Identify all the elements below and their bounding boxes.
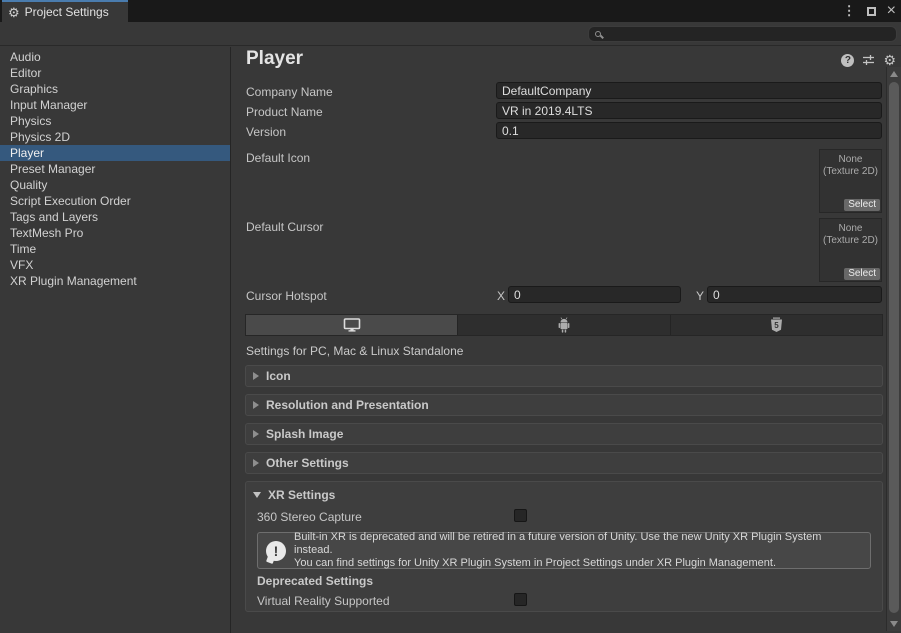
project-settings-window: ⚙ Project Settings ⋮ × Audio Editor Grap… [0,0,901,633]
hotspot-x-label: X [497,289,505,303]
vertical-scrollbar[interactable] [886,67,901,631]
default-cursor-object-field[interactable]: None (Texture 2D) Select [819,218,882,282]
warning-text-line1: Built-in XR is deprecated and will be re… [294,531,862,557]
xr-settings-header[interactable]: XR Settings [253,488,335,502]
maximize-icon[interactable] [867,7,876,16]
player-settings-panel: Player ? ⚙ Company Name Product Name Ver… [231,47,901,633]
xr-deprecation-warning: Built-in XR is deprecated and will be re… [257,532,871,569]
default-cursor-none-text: None [820,223,881,235]
sidebar-item-editor[interactable]: Editor [0,65,230,81]
sidebar-item-xr-plugin-management[interactable]: XR Plugin Management [0,273,230,289]
hotspot-y-field[interactable] [707,286,882,303]
hotspot-x-field[interactable] [508,286,681,303]
sidebar-item-audio[interactable]: Audio [0,49,230,65]
sidebar-item-quality[interactable]: Quality [0,177,230,193]
html5-icon: 5 [770,317,783,333]
hotspot-y-label: Y [696,289,704,303]
scroll-up-icon[interactable] [890,71,898,77]
product-name-field[interactable] [496,102,882,119]
cursor-hotspot-label: Cursor Hotspot [246,289,327,303]
product-name-label: Product Name [246,105,323,119]
vr-supported-label: Virtual Reality Supported [257,594,390,608]
section-splash-image[interactable]: Splash Image [245,423,883,445]
warning-icon [266,541,286,561]
company-name-field[interactable] [496,82,882,99]
default-icon-none-text: None [820,154,881,166]
titlebar: ⚙ Project Settings ⋮ × [0,0,901,22]
search-input[interactable] [588,26,897,42]
monitor-icon [343,318,361,332]
default-icon-type-text: (Texture 2D) [820,166,881,178]
default-cursor-type-text: (Texture 2D) [820,235,881,247]
deprecated-settings-header: Deprecated Settings [257,574,373,588]
sidebar-item-script-execution-order[interactable]: Script Execution Order [0,193,230,209]
sidebar-item-vfx[interactable]: VFX [0,257,230,273]
company-name-label: Company Name [246,85,333,99]
section-icon[interactable]: Icon [245,365,883,387]
gear-icon[interactable]: ⚙ [883,53,896,67]
kebab-menu-icon[interactable]: ⋮ [843,3,856,19]
android-icon [557,317,571,333]
chevron-down-icon [253,492,261,498]
chevron-right-icon [253,372,259,380]
sidebar-item-input-manager[interactable]: Input Manager [0,97,230,113]
sidebar-item-physics-2d[interactable]: Physics 2D [0,129,230,145]
scrollbar-thumb[interactable] [889,82,899,613]
platform-tab-bar: 5 [245,314,883,336]
close-icon[interactable]: × [887,3,896,19]
section-other-settings[interactable]: Other Settings [245,452,883,474]
toolbar [0,22,901,46]
chevron-right-icon [253,430,259,438]
section-resolution-and-presentation[interactable]: Resolution and Presentation [245,394,883,416]
tab-android[interactable] [458,315,670,335]
window-tab-project-settings[interactable]: ⚙ Project Settings [2,0,128,22]
chevron-right-icon [253,459,259,467]
tab-standalone[interactable] [246,315,458,335]
default-icon-label: Default Icon [246,151,310,165]
sidebar-item-textmesh-pro[interactable]: TextMesh Pro [0,225,230,241]
default-cursor-select-button[interactable]: Select [844,268,880,280]
window-tab-title: Project Settings [25,5,109,19]
tab-webgl[interactable]: 5 [671,315,882,335]
version-field[interactable] [496,122,882,139]
stereo-capture-label: 360 Stereo Capture [257,510,362,524]
inspector-header-icons: ? ⚙ [841,53,896,67]
default-icon-object-field[interactable]: None (Texture 2D) Select [819,149,882,213]
sidebar-item-preset-manager[interactable]: Preset Manager [0,161,230,177]
chevron-right-icon [253,401,259,409]
warning-text-line2: You can find settings for Unity XR Plugi… [294,557,862,570]
version-label: Version [246,125,286,139]
default-cursor-label: Default Cursor [246,220,323,234]
sidebar-item-physics[interactable]: Physics [0,113,230,129]
default-icon-select-button[interactable]: Select [844,199,880,211]
sidebar-item-graphics[interactable]: Graphics [0,81,230,97]
scroll-down-icon[interactable] [890,621,898,627]
stereo-capture-checkbox[interactable] [514,509,527,522]
settings-category-list: Audio Editor Graphics Input Manager Phys… [0,47,231,633]
sidebar-item-time[interactable]: Time [0,241,230,257]
vr-supported-checkbox[interactable] [514,593,527,606]
presets-icon[interactable] [862,54,875,66]
svg-text:5: 5 [774,321,779,330]
search-icon [595,31,601,37]
section-xr-settings: XR Settings 360 Stereo Capture Built-in … [245,481,883,612]
sidebar-item-tags-and-layers[interactable]: Tags and Layers [0,209,230,225]
help-icon[interactable]: ? [841,54,854,67]
page-title: Player [246,48,303,70]
window-controls: ⋮ × [843,0,896,22]
sidebar-item-player[interactable]: Player [0,145,230,161]
platform-settings-header: Settings for PC, Mac & Linux Standalone [246,344,463,358]
project-settings-gear-icon: ⚙ [8,6,20,19]
